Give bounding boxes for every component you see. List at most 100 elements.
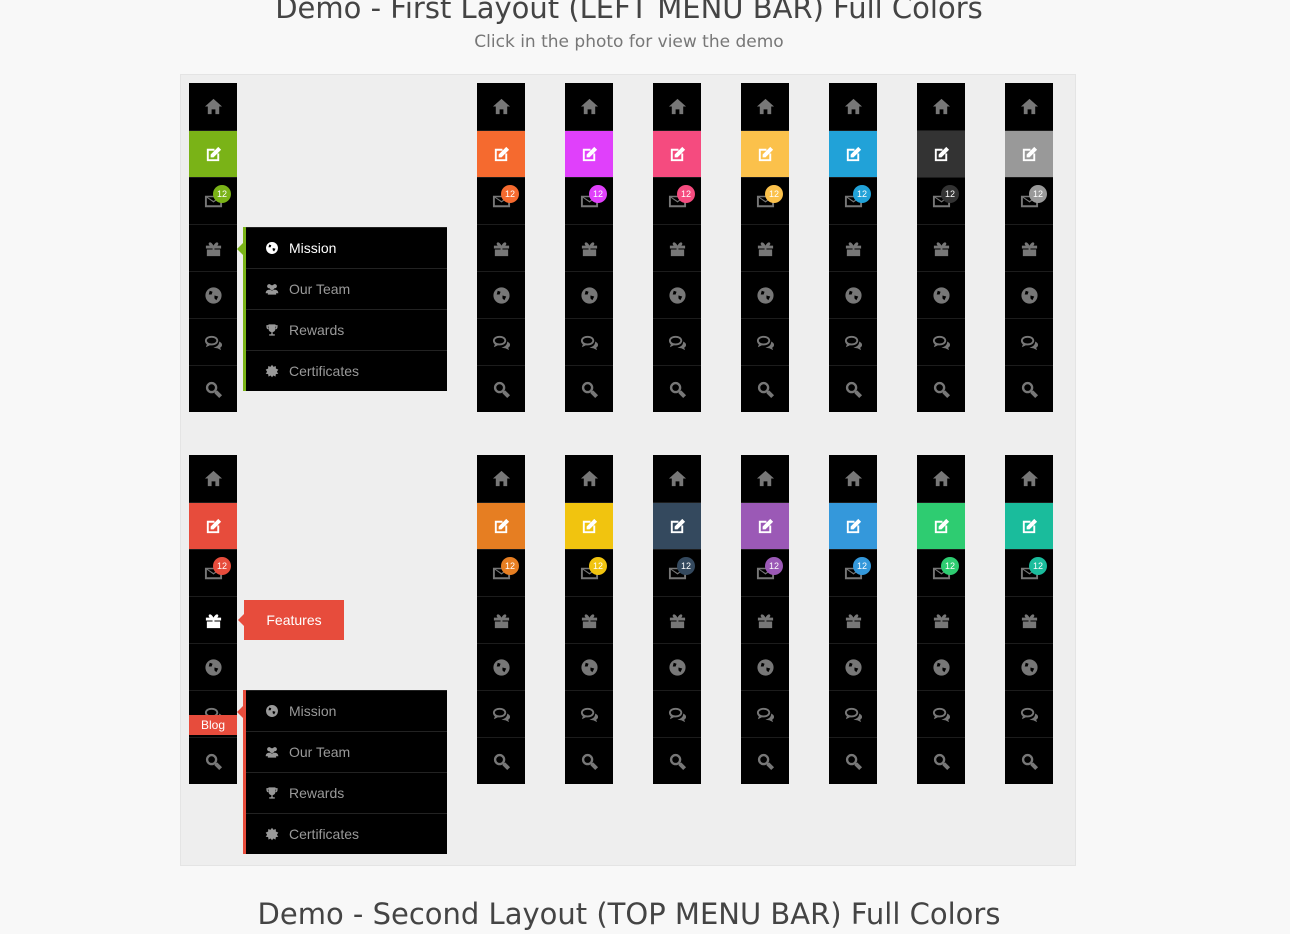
menu-item-comments[interactable]: [917, 690, 965, 737]
menu-item-search[interactable]: [1005, 365, 1053, 412]
menu-item-gift[interactable]: [741, 224, 789, 271]
menu-item-home[interactable]: [653, 83, 701, 130]
menu-item-gift[interactable]: [829, 596, 877, 643]
menu-item-globe[interactable]: [565, 643, 613, 690]
menu-item-search[interactable]: [829, 737, 877, 784]
menu-item-mail[interactable]: 12: [741, 549, 789, 596]
menu-item-edit[interactable]: [565, 502, 613, 549]
menu-item-gift[interactable]: [477, 224, 525, 271]
menu-item-mail[interactable]: 12: [477, 177, 525, 224]
menu-item-mail[interactable]: 12: [477, 549, 525, 596]
menu-item-gift[interactable]: [565, 596, 613, 643]
menu-item-gift[interactable]: [189, 224, 237, 271]
menu-item-comments[interactable]: [477, 690, 525, 737]
menu-item-search[interactable]: [189, 737, 237, 784]
menu-item-mail[interactable]: 12: [653, 177, 701, 224]
menu-item-mail[interactable]: 12: [189, 177, 237, 224]
menu-item-edit[interactable]: [477, 130, 525, 177]
menu-item-gift[interactable]: [917, 224, 965, 271]
submenu-item-rewards[interactable]: Rewards: [246, 772, 447, 813]
menu-item-mail[interactable]: 12: [829, 549, 877, 596]
menu-item-comments[interactable]: [477, 318, 525, 365]
menu-item-edit[interactable]: [829, 502, 877, 549]
menu-item-comments[interactable]: [829, 690, 877, 737]
menu-item-home[interactable]: [741, 83, 789, 130]
menu-item-globe[interactable]: [829, 271, 877, 318]
menu-item-comments[interactable]: [653, 318, 701, 365]
menu-item-comments[interactable]: [741, 318, 789, 365]
menu-item-search[interactable]: [477, 365, 525, 412]
menu-item-home[interactable]: [917, 83, 965, 130]
menu-item-home[interactable]: [829, 455, 877, 502]
menu-item-edit[interactable]: [917, 502, 965, 549]
menu-item-edit[interactable]: [189, 130, 237, 177]
menu-item-gift[interactable]: [741, 596, 789, 643]
menu-item-search[interactable]: [741, 365, 789, 412]
menu-item-home[interactable]: [1005, 455, 1053, 502]
menu-item-globe[interactable]: [1005, 643, 1053, 690]
menu-item-mail[interactable]: 12: [829, 177, 877, 224]
menu-item-gift[interactable]: [653, 224, 701, 271]
menu-item-globe[interactable]: [917, 643, 965, 690]
menu-item-mail[interactable]: 12: [565, 177, 613, 224]
menu-item-globe[interactable]: [741, 643, 789, 690]
menu-item-search[interactable]: [917, 737, 965, 784]
menu-item-home[interactable]: [565, 455, 613, 502]
menu-item-mail[interactable]: 12: [189, 549, 237, 596]
menu-item-comments[interactable]: [1005, 318, 1053, 365]
menu-item-search[interactable]: [741, 737, 789, 784]
menu-item-globe[interactable]: [565, 271, 613, 318]
menu-item-home[interactable]: [1005, 83, 1053, 130]
menu-item-gift[interactable]: [189, 596, 237, 643]
menu-item-search[interactable]: [477, 737, 525, 784]
menu-item-search[interactable]: [653, 737, 701, 784]
submenu-item-mission[interactable]: Mission: [246, 690, 447, 731]
menu-item-gift[interactable]: [829, 224, 877, 271]
menu-item-home[interactable]: [189, 455, 237, 502]
menu-item-mail[interactable]: 12: [653, 549, 701, 596]
submenu-item-certificates[interactable]: Certificates: [246, 350, 447, 391]
menu-item-globe[interactable]: [189, 271, 237, 318]
menu-item-mail[interactable]: 12: [741, 177, 789, 224]
menu-item-search[interactable]: [565, 365, 613, 412]
menu-item-globe[interactable]: [477, 271, 525, 318]
menu-item-edit[interactable]: [741, 130, 789, 177]
menu-item-mail[interactable]: 12: [917, 549, 965, 596]
menu-item-gift[interactable]: [653, 596, 701, 643]
menu-item-gift[interactable]: [1005, 596, 1053, 643]
menu-item-home[interactable]: [653, 455, 701, 502]
menu-item-mail[interactable]: 12: [1005, 177, 1053, 224]
submenu-item-certificates[interactable]: Certificates: [246, 813, 447, 854]
menu-item-edit[interactable]: [653, 130, 701, 177]
menu-item-home[interactable]: [917, 455, 965, 502]
menu-item-edit[interactable]: [565, 130, 613, 177]
menu-item-search[interactable]: [1005, 737, 1053, 784]
menu-item-globe[interactable]: [829, 643, 877, 690]
menu-item-globe[interactable]: [653, 271, 701, 318]
menu-item-globe[interactable]: [477, 643, 525, 690]
menu-item-edit[interactable]: [189, 502, 237, 549]
menu-item-comments[interactable]: [829, 318, 877, 365]
menu-item-comments[interactable]: [1005, 690, 1053, 737]
menu-item-globe[interactable]: [653, 643, 701, 690]
submenu-item-our-team[interactable]: Our Team: [246, 268, 447, 309]
menu-item-comments[interactable]: [653, 690, 701, 737]
menu-item-gift[interactable]: [565, 224, 613, 271]
menu-item-edit[interactable]: [1005, 130, 1053, 177]
menu-item-gift[interactable]: [477, 596, 525, 643]
menu-item-comments[interactable]: [741, 690, 789, 737]
menu-item-edit[interactable]: [477, 502, 525, 549]
menu-item-mail[interactable]: 12: [1005, 549, 1053, 596]
submenu-item-our-team[interactable]: Our Team: [246, 731, 447, 772]
menu-item-mail[interactable]: 12: [917, 177, 965, 224]
menu-item-comments[interactable]: [189, 318, 237, 365]
menu-item-home[interactable]: [477, 455, 525, 502]
menu-item-globe[interactable]: [189, 643, 237, 690]
menu-item-gift[interactable]: [1005, 224, 1053, 271]
menu-item-edit[interactable]: [741, 502, 789, 549]
menu-item-search[interactable]: [653, 365, 701, 412]
menu-item-home[interactable]: [477, 83, 525, 130]
menu-item-comments[interactable]: [917, 318, 965, 365]
menu-item-globe[interactable]: [917, 271, 965, 318]
menu-item-globe[interactable]: [741, 271, 789, 318]
